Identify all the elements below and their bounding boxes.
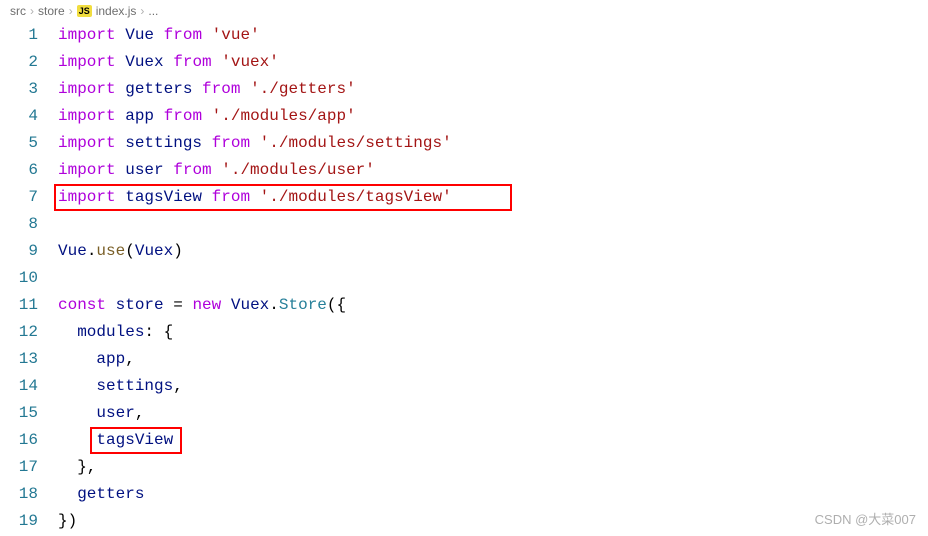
code-line[interactable]: user, <box>58 400 928 427</box>
line-number: 13 <box>2 346 38 373</box>
line-number: 2 <box>2 49 38 76</box>
breadcrumb-item[interactable]: index.js <box>96 4 137 18</box>
line-number: 12 <box>2 319 38 346</box>
line-number: 1 <box>2 22 38 49</box>
breadcrumb-item[interactable]: store <box>38 4 65 18</box>
line-number: 15 <box>2 400 38 427</box>
line-number: 17 <box>2 454 38 481</box>
line-number: 16 <box>2 427 38 454</box>
code-line[interactable]: import app from './modules/app' <box>58 103 928 130</box>
chevron-right-icon: › <box>30 4 34 18</box>
code-area[interactable]: import Vue from 'vue' import Vuex from '… <box>58 22 928 535</box>
code-line[interactable]: import settings from './modules/settings… <box>58 130 928 157</box>
line-number: 11 <box>2 292 38 319</box>
code-line[interactable]: app, <box>58 346 928 373</box>
code-line[interactable]: }) <box>58 508 928 535</box>
line-number: 3 <box>2 76 38 103</box>
js-icon: JS <box>77 5 92 17</box>
line-number: 14 <box>2 373 38 400</box>
line-number: 10 <box>2 265 38 292</box>
line-number: 7 <box>2 184 38 211</box>
code-line[interactable] <box>58 265 928 292</box>
line-number-gutter: 1 2 3 4 5 6 7 8 9 10 11 12 13 14 15 16 1… <box>2 22 58 535</box>
code-line[interactable]: const store = new Vuex.Store({ <box>58 292 928 319</box>
code-line[interactable]: }, <box>58 454 928 481</box>
code-line[interactable]: tagsView <box>58 427 928 454</box>
line-number: 4 <box>2 103 38 130</box>
code-line[interactable]: import tagsView from './modules/tagsView… <box>58 184 928 211</box>
code-line[interactable]: getters <box>58 481 928 508</box>
code-line[interactable]: modules: { <box>58 319 928 346</box>
line-number: 19 <box>2 508 38 535</box>
code-line[interactable]: import getters from './getters' <box>58 76 928 103</box>
code-line[interactable] <box>58 211 928 238</box>
breadcrumb-item[interactable]: ... <box>148 4 158 18</box>
code-line[interactable]: import Vue from 'vue' <box>58 22 928 49</box>
code-line[interactable]: settings, <box>58 373 928 400</box>
code-line[interactable]: import Vuex from 'vuex' <box>58 49 928 76</box>
line-number: 9 <box>2 238 38 265</box>
line-number: 8 <box>2 211 38 238</box>
line-number: 5 <box>2 130 38 157</box>
code-line[interactable]: Vue.use(Vuex) <box>58 238 928 265</box>
line-number: 6 <box>2 157 38 184</box>
watermark: CSDN @大菜007 <box>815 509 916 528</box>
chevron-right-icon: › <box>69 4 73 18</box>
code-editor[interactable]: 1 2 3 4 5 6 7 8 9 10 11 12 13 14 15 16 1… <box>0 22 928 535</box>
breadcrumb: src › store › JS index.js › ... <box>0 0 928 22</box>
code-line[interactable]: import user from './modules/user' <box>58 157 928 184</box>
line-number: 18 <box>2 481 38 508</box>
chevron-right-icon: › <box>140 4 144 18</box>
breadcrumb-item[interactable]: src <box>10 4 26 18</box>
